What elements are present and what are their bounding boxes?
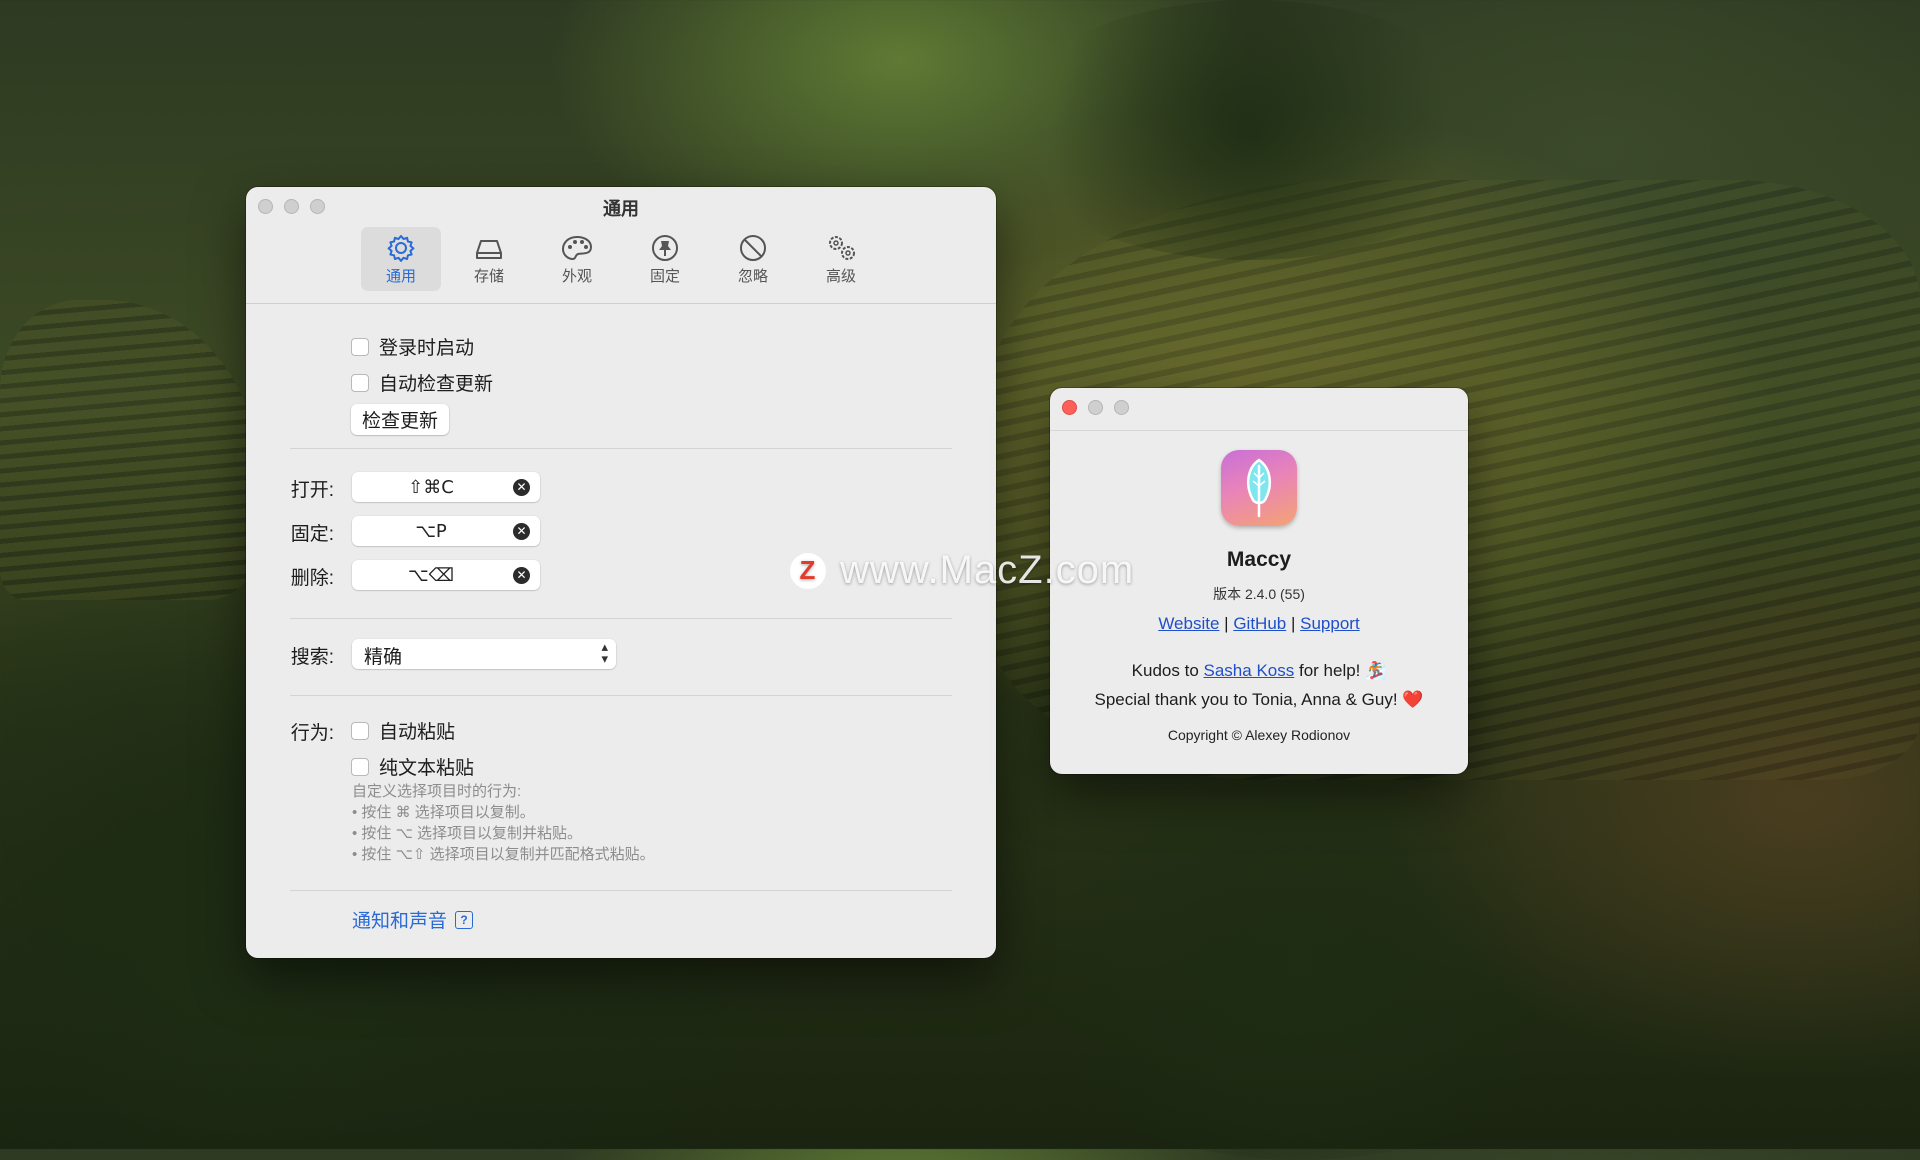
window-controls xyxy=(1062,400,1129,415)
auto-paste-checkbox[interactable] xyxy=(351,721,369,740)
delete-shortcut-keys: ⌥⌫ xyxy=(407,564,455,586)
search-label: 搜索: xyxy=(290,647,334,668)
pin-shortcut-recorder[interactable]: ⌥P ✕ xyxy=(352,516,540,546)
drive-icon xyxy=(476,240,502,259)
auto-paste-row[interactable]: 自动粘贴 xyxy=(351,717,455,744)
delete-shortcut-label: 删除: xyxy=(290,568,334,589)
behavior-label: 行为: xyxy=(290,723,334,744)
tab-label: 外观 xyxy=(561,268,592,285)
plain-text-paste-checkbox[interactable] xyxy=(351,757,369,776)
open-shortcut-recorder[interactable]: ⇧⌘C ✕ xyxy=(352,472,540,502)
feather-icon xyxy=(1246,458,1272,518)
plain-text-paste-row[interactable]: 纯文本粘贴 xyxy=(351,753,474,780)
behavior-help-text: 自定义选择项目时的行为: • 按住 ⌘ 选择项目以复制。 • 按住 ⌥ 选择项目… xyxy=(352,781,655,865)
section-divider xyxy=(290,618,952,619)
auto-paste-label: 自动粘贴 xyxy=(379,722,456,743)
auto-check-updates-row[interactable]: 自动检查更新 xyxy=(351,369,493,396)
watermark-text: www.MacZ.com xyxy=(840,548,1135,592)
search-mode-value: 精确 xyxy=(364,647,403,668)
section-divider xyxy=(290,695,952,696)
kudos-prefix: Kudos to xyxy=(1131,661,1199,680)
gears-icon xyxy=(829,236,855,260)
help-line: • 按住 ⌥⇧ 选择项目以复制并匹配格式粘贴。 xyxy=(352,846,655,863)
launch-at-login-label: 登录时启动 xyxy=(379,338,475,359)
settings-toolbar: 通用 存储 外观 固定 忽略 高级 xyxy=(246,227,996,291)
close-button[interactable] xyxy=(1062,400,1077,415)
clear-icon[interactable]: ✕ xyxy=(513,567,530,584)
tab-ignore[interactable]: 忽略 xyxy=(713,227,793,291)
tab-storage[interactable]: 存储 xyxy=(449,227,529,291)
link-separator: | xyxy=(1224,614,1229,633)
tab-general[interactable]: 通用 xyxy=(361,227,441,291)
titlebar-divider xyxy=(1050,430,1468,431)
tab-label: 固定 xyxy=(649,268,680,285)
app-icon xyxy=(1221,450,1297,526)
support-link[interactable]: Support xyxy=(1300,614,1360,633)
wallpaper-trees-top xyxy=(1000,0,1500,260)
watermark-logo: Z xyxy=(790,552,826,589)
website-link[interactable]: Website xyxy=(1158,614,1219,633)
tab-label: 通用 xyxy=(385,268,416,285)
clear-icon[interactable]: ✕ xyxy=(513,479,530,496)
link-separator: | xyxy=(1290,614,1296,633)
notifications-link[interactable]: 通知和声音 ? xyxy=(352,906,474,933)
palette-icon xyxy=(561,235,593,261)
tab-pins[interactable]: 固定 xyxy=(625,227,705,291)
wallpaper-trees-center xyxy=(1000,780,1600,1160)
help-line: • 按住 ⌥ 选择项目以复制并粘贴。 xyxy=(352,825,583,842)
launch-at-login-row[interactable]: 登录时启动 xyxy=(351,333,474,360)
open-shortcut-keys: ⇧⌘C xyxy=(408,476,454,498)
gear-icon xyxy=(387,235,415,262)
help-icon[interactable]: ? xyxy=(455,910,474,929)
tab-label: 高级 xyxy=(825,268,856,285)
kudos-line: Kudos to Sasha Koss for help! 🏂 xyxy=(1050,661,1468,681)
help-line: • 按住 ⌘ 选择项目以复制。 xyxy=(352,804,535,821)
thanks-line: Special thank you to Tonia, Anna & Guy! … xyxy=(1094,690,1424,709)
auto-check-updates-checkbox[interactable] xyxy=(351,373,369,392)
watermark: Z www.MacZ.com xyxy=(790,548,1134,593)
search-mode-select[interactable]: 精确 ▴ ▾ xyxy=(352,639,616,669)
toolbar-divider xyxy=(246,303,996,304)
copyright-text: Copyright © Alexey Rodionov xyxy=(1167,727,1351,743)
tab-appearance[interactable]: 外观 xyxy=(537,227,617,291)
kudos-suffix: for help! 🏂 xyxy=(1298,661,1387,680)
pin-icon xyxy=(652,235,678,261)
wallpaper-vineyard-left xyxy=(0,300,260,600)
section-divider xyxy=(290,890,952,891)
check-updates-button[interactable]: 检查更新 xyxy=(351,404,450,435)
delete-shortcut-recorder[interactable]: ⌥⌫ ✕ xyxy=(352,560,540,590)
pin-shortcut-label: 固定: xyxy=(290,524,334,545)
notifications-link-label: 通知和声音 xyxy=(352,911,448,932)
tab-label: 忽略 xyxy=(737,268,768,285)
minimize-button[interactable] xyxy=(1088,400,1103,415)
zoom-button[interactable] xyxy=(1114,400,1129,415)
launch-at-login-checkbox[interactable] xyxy=(351,337,369,356)
github-link[interactable]: GitHub xyxy=(1233,614,1286,633)
auto-check-updates-label: 自动检查更新 xyxy=(379,374,494,395)
tab-label: 存储 xyxy=(473,268,504,285)
prohibit-icon xyxy=(740,235,766,261)
open-shortcut-label: 打开: xyxy=(290,480,334,501)
window-title: 通用 xyxy=(603,199,639,219)
pin-shortcut-keys: ⌥P xyxy=(415,520,447,542)
chevron-updown-icon: ▴ ▾ xyxy=(601,639,608,666)
section-divider xyxy=(290,448,952,449)
plain-text-paste-label: 纯文本粘贴 xyxy=(379,758,475,779)
clear-icon[interactable]: ✕ xyxy=(513,523,530,540)
help-line: 自定义选择项目时的行为: xyxy=(352,783,522,800)
about-links: Website | GitHub | Support xyxy=(1050,614,1468,634)
kudos-name-link[interactable]: Sasha Koss xyxy=(1204,661,1295,680)
tab-advanced[interactable]: 高级 xyxy=(801,227,881,291)
